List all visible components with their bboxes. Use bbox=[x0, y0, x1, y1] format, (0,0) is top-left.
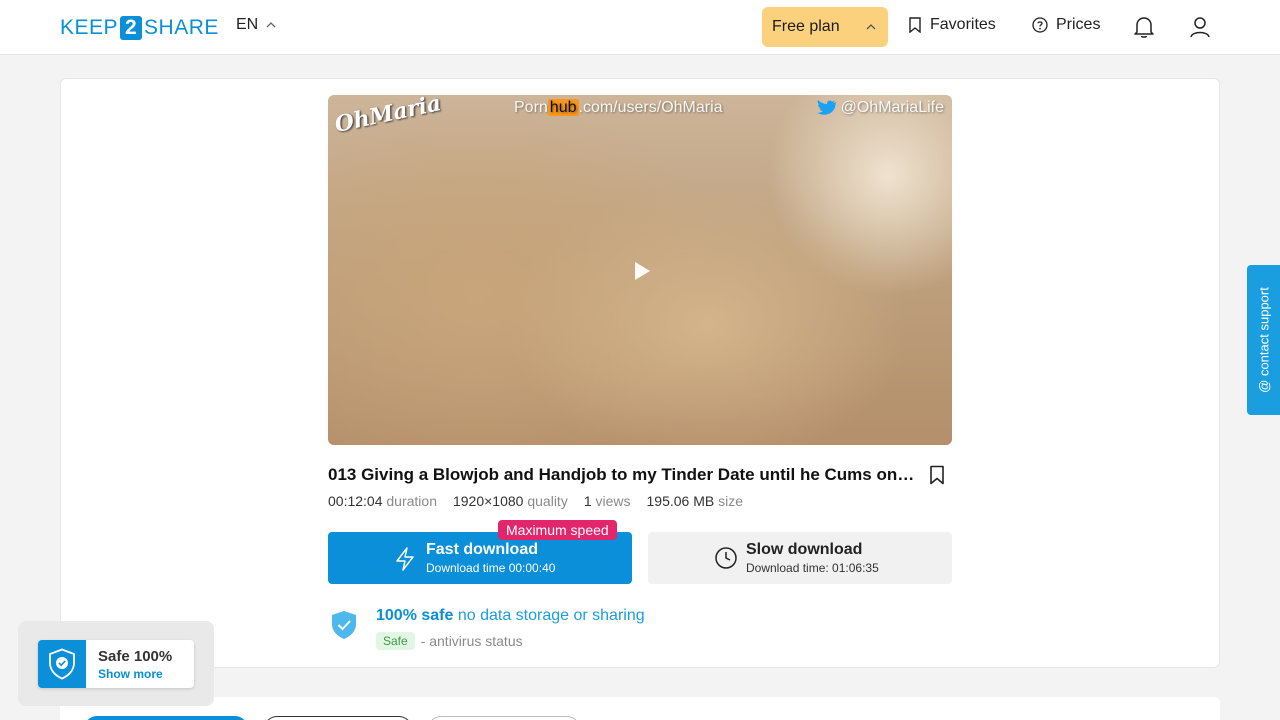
meta-quality: 1920×1080 quality bbox=[453, 493, 568, 509]
tab-pill-1[interactable] bbox=[84, 716, 248, 720]
logo-text-number: 2 bbox=[120, 16, 143, 40]
quality-label: quality bbox=[527, 493, 568, 509]
bookmark-icon bbox=[930, 465, 944, 485]
safe-widget-link[interactable]: Show more bbox=[98, 667, 163, 681]
favorites-link[interactable]: Favorites bbox=[908, 16, 996, 34]
safety-headline-bold: 100% safe bbox=[376, 607, 454, 624]
clock-icon bbox=[715, 547, 737, 569]
notifications-button[interactable] bbox=[1133, 15, 1155, 44]
duration-label: duration bbox=[386, 493, 437, 509]
antivirus-status-text: - antivirus status bbox=[420, 633, 523, 649]
size-value: 195.06 MB bbox=[646, 493, 715, 509]
fast-download-label: Fast download bbox=[426, 541, 538, 558]
chevron-up-icon bbox=[866, 24, 876, 30]
twitter-icon bbox=[816, 100, 836, 115]
plan-button[interactable]: Free plan bbox=[762, 7, 888, 47]
views-label: views bbox=[595, 493, 631, 509]
quality-value: 1920×1080 bbox=[452, 493, 524, 509]
watermark-social: @OhMariaLife bbox=[816, 99, 944, 117]
watermark-url-pre: Porn bbox=[514, 99, 548, 116]
contact-support-label: @ contact support bbox=[1256, 287, 1271, 393]
top-header: KEEP 2 SHARE EN Free plan Favorites Pric… bbox=[0, 0, 1280, 55]
contact-support-tab[interactable]: @ contact support bbox=[1247, 265, 1280, 415]
account-button[interactable] bbox=[1189, 15, 1211, 44]
safe-tag: Safe bbox=[376, 632, 415, 650]
safety-headline: 100% safe no data storage or sharing bbox=[376, 607, 645, 625]
file-title: 013 Giving a Blowjob and Handjob to my T… bbox=[328, 465, 918, 484]
duration-value: 00:12:04 bbox=[328, 493, 383, 509]
site-logo[interactable]: KEEP 2 SHARE bbox=[60, 15, 219, 41]
size-label: size bbox=[718, 493, 744, 509]
chevron-up-icon bbox=[266, 22, 276, 28]
prices-label: Prices bbox=[1056, 16, 1101, 33]
tab-pill-3[interactable] bbox=[428, 716, 580, 720]
fast-download-time: Download time 00:00:40 bbox=[426, 561, 556, 575]
language-label: EN bbox=[236, 16, 259, 33]
video-overlay: OhMaria Porn hub .com/users/OhMaria @OhMar… bbox=[328, 90, 952, 445]
logo-text-right: SHARE bbox=[144, 16, 219, 39]
help-circle-icon bbox=[1032, 17, 1048, 33]
watermark-url-post: .com/users/OhMaria bbox=[578, 99, 723, 116]
plan-label: Free plan bbox=[772, 18, 840, 35]
shield-check-icon bbox=[49, 648, 75, 680]
antivirus-status: Safe - antivirus status bbox=[376, 632, 523, 650]
bell-icon bbox=[1134, 17, 1154, 38]
safe-widget-icon-box bbox=[38, 640, 86, 688]
max-speed-badge: Maximum speed bbox=[498, 520, 617, 540]
meta-views: 1 views bbox=[584, 493, 631, 509]
slow-download-time: Download time: 01:06:35 bbox=[746, 561, 879, 575]
favorites-label: Favorites bbox=[930, 16, 996, 33]
views-value: 1 bbox=[583, 493, 592, 509]
slow-download-label: Slow download bbox=[746, 541, 863, 558]
user-icon bbox=[1190, 17, 1210, 38]
safety-headline-rest: no data storage or sharing bbox=[457, 607, 645, 624]
tab-pill-2[interactable] bbox=[264, 716, 412, 720]
logo-text-left: KEEP bbox=[60, 16, 119, 39]
meta-duration: 00:12:04 duration bbox=[328, 493, 437, 509]
shield-check-icon bbox=[332, 611, 356, 639]
watermark-logo: OhMaria bbox=[332, 90, 444, 138]
safe-widget-title: Safe 100% bbox=[98, 648, 173, 665]
watermark-url-hub: hub bbox=[547, 99, 579, 116]
file-meta: 00:12:04 duration 1920×1080 quality 1 vi… bbox=[328, 493, 743, 509]
bookmark-icon bbox=[909, 17, 921, 33]
meta-size: 195.06 MB size bbox=[647, 493, 744, 509]
add-favorite-button[interactable] bbox=[923, 461, 951, 489]
language-selector[interactable]: EN bbox=[236, 16, 276, 34]
slow-download-button[interactable]: Slow download Download time: 01:06:35 bbox=[648, 532, 952, 584]
play-icon[interactable] bbox=[633, 261, 651, 281]
watermark-url: Porn hub .com/users/OhMaria bbox=[514, 99, 723, 117]
prices-link[interactable]: Prices bbox=[1032, 16, 1100, 34]
lightning-icon bbox=[396, 547, 414, 571]
watermark-social-handle: @OhMariaLife bbox=[840, 99, 944, 116]
safe-widget[interactable]: Safe 100% Show more bbox=[38, 640, 194, 688]
